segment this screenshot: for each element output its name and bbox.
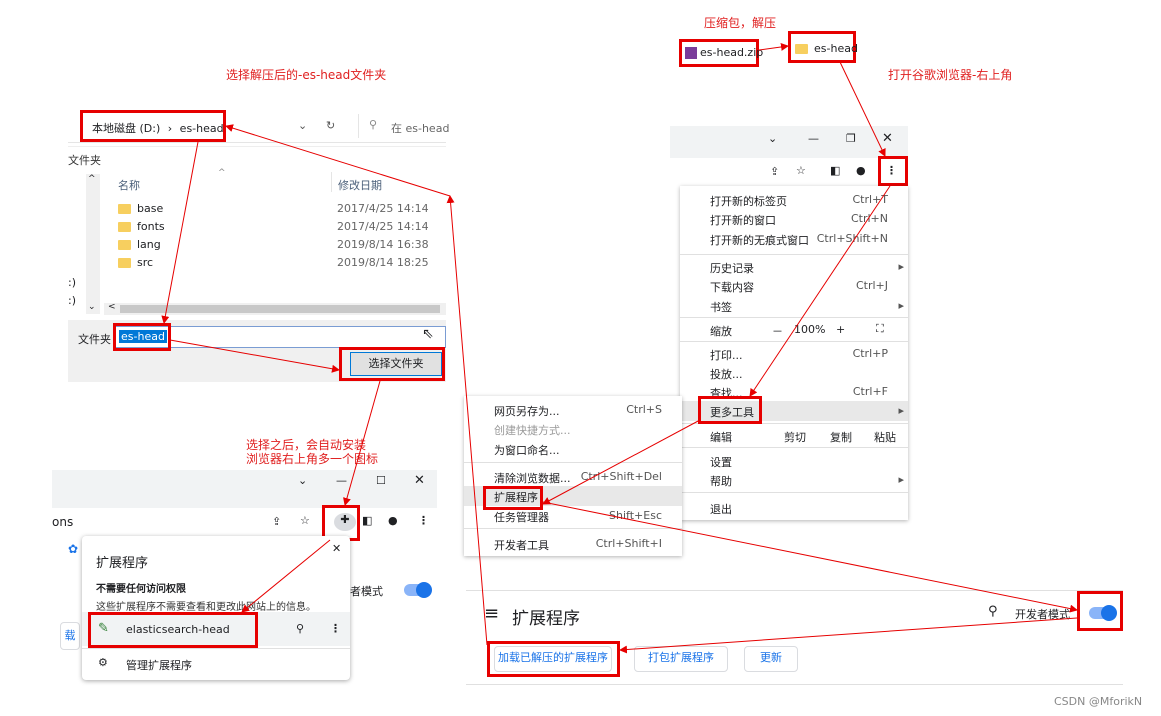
arrow: [749, 185, 891, 397]
arrow: [343, 380, 381, 506]
arrow: [839, 61, 886, 157]
arrow: [542, 419, 701, 505]
arrow: [241, 539, 331, 613]
arrow: [161, 141, 199, 324]
arrow: [169, 339, 340, 373]
arrow: [446, 195, 488, 646]
arrow: [758, 42, 789, 51]
annotation-arrows: [161, 42, 1078, 654]
arrow: [619, 617, 1078, 654]
arrow: [542, 501, 1078, 613]
arrow: [225, 124, 451, 197]
